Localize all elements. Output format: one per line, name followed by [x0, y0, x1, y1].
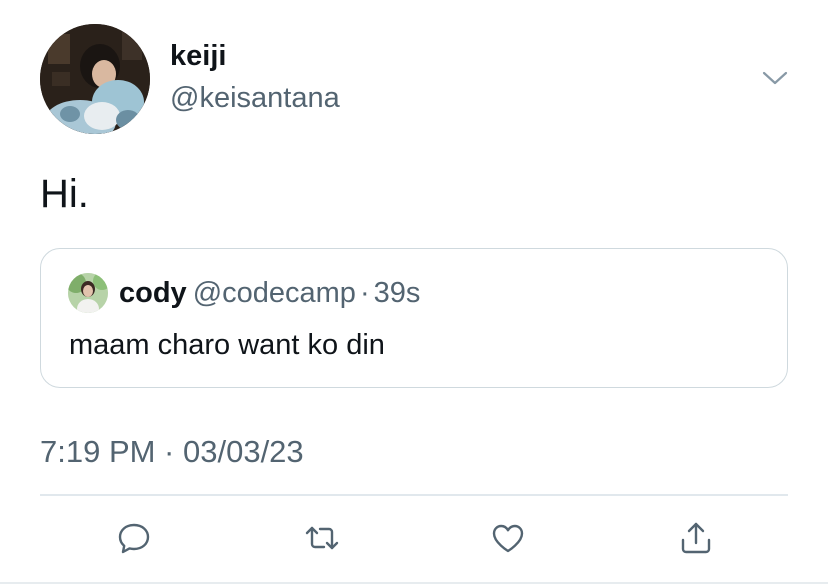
tweet-timestamp[interactable]: 7:19 PM · 03/03/23: [40, 434, 304, 470]
quoted-tweet[interactable]: cody @codecamp · 39s maam charo want ko din: [40, 248, 788, 388]
quoted-time: 39s: [373, 277, 421, 309]
author-avatar[interactable]: [40, 24, 150, 134]
quoted-author-avatar[interactable]: [68, 273, 108, 313]
retweet-button[interactable]: [300, 516, 344, 560]
like-button[interactable]: [486, 516, 530, 560]
tweet-text: Hi.: [40, 172, 89, 216]
author-name[interactable]: keiji: [170, 40, 226, 73]
more-options-button[interactable]: [760, 66, 790, 90]
share-icon: [681, 522, 711, 554]
author-handle[interactable]: @keisantana: [170, 82, 340, 115]
quoted-header: cody @codecamp · 39s: [119, 277, 420, 310]
divider: [40, 494, 788, 496]
profile-photo-icon: [40, 24, 150, 134]
retweet-icon: [305, 526, 339, 550]
quoted-author-name[interactable]: cody: [119, 277, 187, 309]
reply-icon: [118, 523, 150, 554]
reply-button[interactable]: [112, 516, 156, 560]
chevron-down-icon: [762, 71, 788, 85]
quoted-author-handle[interactable]: @codecamp: [193, 277, 356, 309]
tweet-card: keiji @keisantana Hi. cody @codecamp · 39s …: [0, 0, 828, 584]
profile-photo-icon: [68, 273, 108, 313]
separator-dot: ·: [359, 277, 370, 309]
heart-icon: [492, 524, 524, 553]
share-button[interactable]: [674, 516, 718, 560]
quoted-text: maam charo want ko din: [69, 329, 385, 361]
